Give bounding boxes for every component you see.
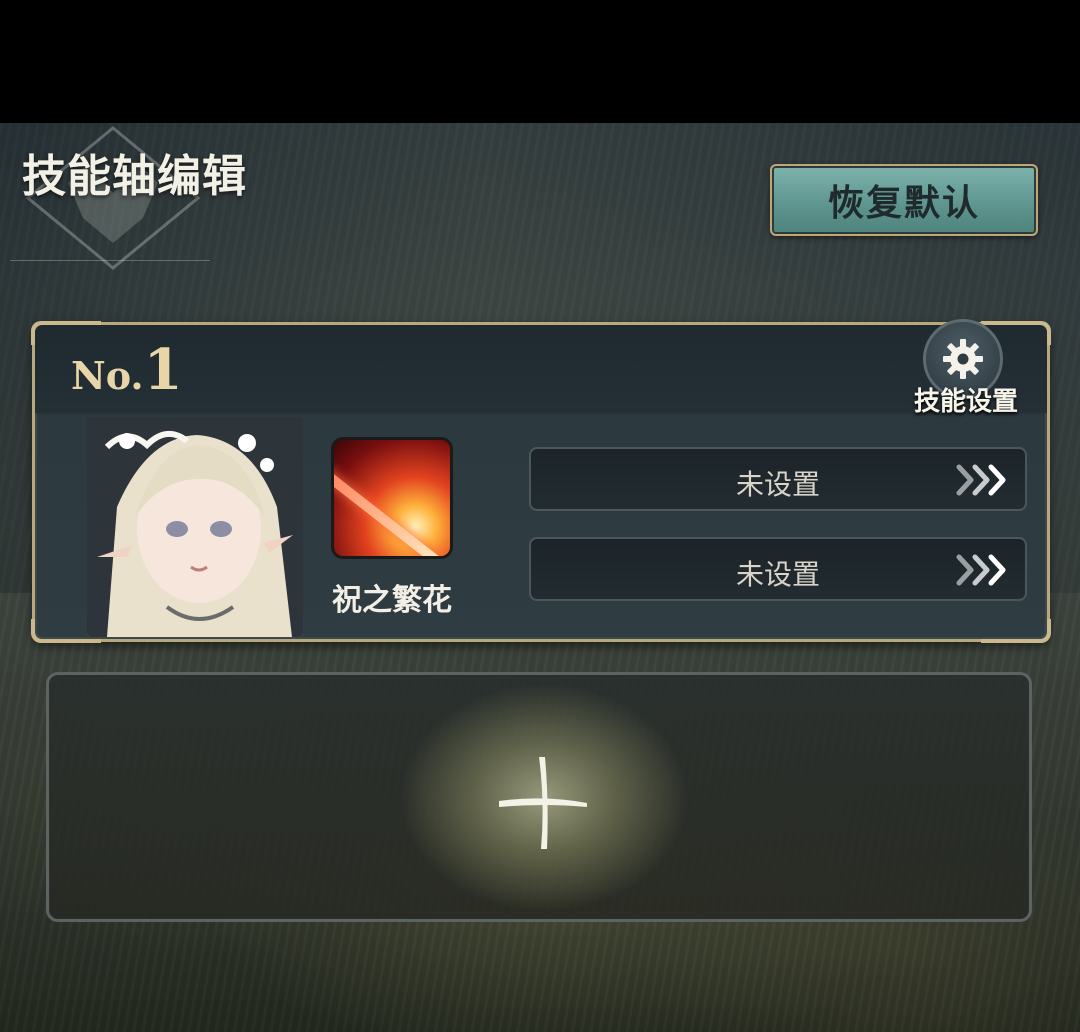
- skill-slot-label: 未设置: [735, 468, 820, 501]
- skill-slot-label: 未设置: [735, 558, 820, 591]
- character-portrait[interactable]: [87, 417, 303, 637]
- skill-slot-1[interactable]: 未设置: [529, 447, 1027, 511]
- triple-chevron-right-icon: [956, 554, 1006, 586]
- plus-icon: [499, 757, 587, 849]
- team-card-1: No.1 技能设置 祝之繁花 未设置 未设置: [31, 319, 1051, 643]
- page-title: 技能轴编辑: [22, 151, 247, 202]
- top-black-bar: [0, 0, 1080, 123]
- skill-name: 祝之繁花: [332, 583, 452, 618]
- skill-settings-button[interactable]: 技能设置: [901, 319, 1031, 421]
- reset-default-button[interactable]: 恢复默认: [770, 164, 1038, 236]
- skill-icon-beam: [334, 461, 450, 556]
- reset-default-label: 恢复默认: [827, 183, 980, 224]
- title-underline: [10, 260, 210, 261]
- team-number: No.1: [71, 337, 183, 403]
- corner-ornament: [981, 619, 1051, 643]
- add-team-button[interactable]: [46, 672, 1032, 922]
- skill-icon[interactable]: [331, 437, 453, 559]
- skill-settings-label: 技能设置: [913, 387, 1018, 417]
- team-number-value: 1: [143, 337, 183, 403]
- skill-slot-2[interactable]: 未设置: [529, 537, 1027, 601]
- team-number-prefix: No.: [71, 353, 144, 398]
- triple-chevron-right-icon: [956, 464, 1006, 496]
- team-card-header: [35, 325, 1047, 413]
